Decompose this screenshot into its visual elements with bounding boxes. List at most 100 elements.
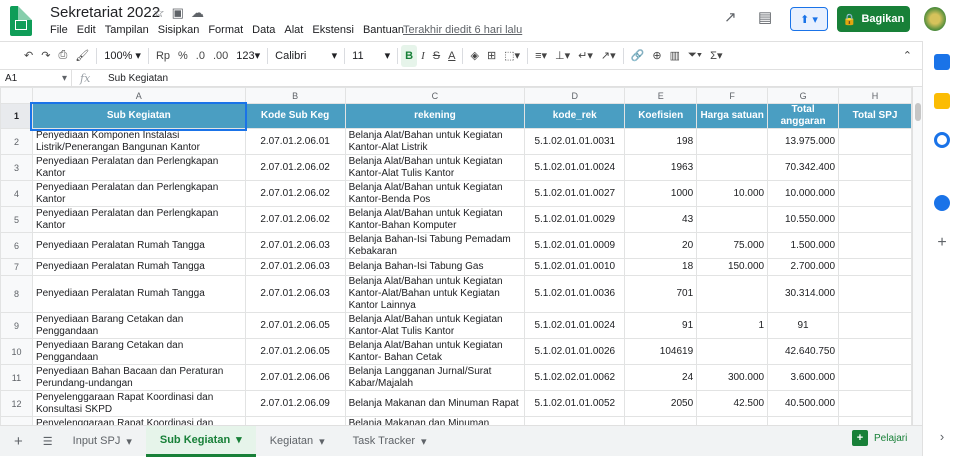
cell-g[interactable]: 10.000.000 [767,180,840,207]
strikethrough-button[interactable]: S [429,45,444,67]
cell-g[interactable]: 70.342.400 [767,154,840,181]
cell-e[interactable]: 2050 [624,390,698,417]
cell-h[interactable] [838,338,912,365]
tab-sub-kegiatan[interactable]: Sub Kegiatan ▾ [145,425,256,457]
cell-h[interactable] [838,180,912,207]
cell-b[interactable]: 2.07.01.2.06.02 [244,206,346,233]
row-header[interactable]: 4 [0,180,33,207]
cell-h[interactable] [838,128,912,155]
expand-panel-icon[interactable]: › [934,429,950,445]
print-icon[interactable]: ⎙ [54,45,71,67]
cell-a[interactable]: Penyediaan Barang Cetakan dan Penggandaa… [31,312,246,339]
filter-icon[interactable]: ⏷▾ [684,45,706,67]
cell-c[interactable]: Belanja Bahan-Isi Tabung Gas [344,258,526,276]
cell-d[interactable]: 5.1.02.01.01.0053 [524,416,626,425]
undo-icon[interactable]: ↶ [20,45,37,67]
cell-e[interactable]: 24 [624,364,698,391]
currency-format-button[interactable]: Rp [152,45,174,67]
cell-c[interactable]: Belanja Makanan dan Minuman Rapat [344,390,526,417]
cell-a[interactable]: Penyediaan Peralatan dan Perlengkapan Ka… [31,154,246,181]
cell-c[interactable]: Belanja Alat/Bahan untuk Kegiatan Kantor… [344,312,526,339]
cell-a[interactable]: Penyediaan Bahan Bacaan dan Peraturan Pe… [31,364,246,391]
add-addon-icon[interactable]: + [934,234,950,251]
cell-a[interactable]: Penyelenggaraan Rapat Koordinasi dan Kon… [31,416,246,425]
cell-g[interactable]: 14.500.000 [767,416,840,425]
cell-f[interactable] [696,275,769,313]
cell-f[interactable] [696,154,769,181]
cell-e[interactable]: 20 [624,232,698,259]
cell-a[interactable]: Penyediaan Peralatan Rumah Tangga [31,232,246,259]
cell-f[interactable]: 75.000 [696,232,769,259]
cell-g[interactable]: 3.600.000 [767,364,840,391]
bold-button[interactable]: B [401,44,418,67]
cell-d[interactable]: 5.1.02.01.01.0026 [524,338,626,365]
row-header[interactable]: 3 [0,154,33,181]
header-cell[interactable]: Harga satuan [696,103,769,129]
column-header-f[interactable]: F [696,87,769,104]
cell-a[interactable]: Penyelenggaraan Rapat Koordinasi dan Kon… [31,390,246,417]
header-cell[interactable]: Total anggaran [767,103,840,129]
cell-c[interactable]: Belanja Alat/Bahan untuk Kegiatan Kantor… [344,206,526,233]
move-folder-icon[interactable]: ▣ [172,5,184,21]
cell-e[interactable]: 701 [624,275,698,313]
cell-d[interactable]: 5.1.02.01.01.0052 [524,390,626,417]
vertical-scrollbar[interactable] [912,87,922,425]
menu-item-sisipkan[interactable]: Sisipkan [158,24,200,36]
cell-a[interactable]: Penyediaan Komponen Instalasi Listrik/Pe… [31,128,246,155]
present-button[interactable]: ⬆ ▾ [790,7,828,31]
cell-e[interactable]: 91 [624,312,698,339]
menu-item-edit[interactable]: Edit [77,24,96,36]
add-sheet-icon[interactable]: + [0,426,37,457]
formula-input[interactable]: Sub Kegiatan [108,73,168,84]
cell-f[interactable] [696,128,769,155]
cell-h[interactable] [838,232,912,259]
menu-item-data[interactable]: Data [252,24,275,36]
font-select[interactable]: Calibri ▾ [271,45,341,67]
cell-h[interactable] [838,312,912,339]
cell-e[interactable]: 43 [624,206,698,233]
cell-a[interactable]: Penyediaan Peralatan dan Perlengkapan Ka… [31,206,246,233]
header-cell[interactable]: Koefisien [624,103,698,129]
tab-menu-icon[interactable]: ▾ [421,435,427,448]
avatar[interactable] [924,7,946,31]
cell-h[interactable] [838,390,912,417]
comments-icon[interactable]: ▤ [758,8,772,26]
cell-d[interactable]: 5.1.02.01.01.0024 [524,312,626,339]
row-header[interactable]: 6 [0,232,33,259]
increase-decimal-button[interactable]: .00 [209,45,232,67]
cell-a[interactable]: Penyediaan Peralatan dan Perlengkapan Ka… [31,180,246,207]
cell-f[interactable]: 50.000 [696,416,769,425]
tab-menu-icon[interactable]: ▾ [126,435,132,448]
cell-d[interactable]: 5.1.02.01.01.0024 [524,154,626,181]
cell-e[interactable]: 18 [624,258,698,276]
menu-item-ekstensi[interactable]: Ekstensi [312,24,354,36]
header-cell[interactable]: rekening [344,103,526,129]
row-header[interactable]: 10 [0,338,33,365]
cell-d[interactable]: 5.1.02.02.01.0062 [524,364,626,391]
cell-h[interactable] [838,416,912,425]
insert-comment-icon[interactable]: ⊕ [648,45,665,67]
column-header-d[interactable]: D [524,87,626,104]
cell-f[interactable]: 1 [696,312,769,339]
number-format-select[interactable]: 123 ▾ [232,45,264,67]
cell-c[interactable]: Belanja Alat/Bahan untuk Kegiatan Kantor… [344,338,526,365]
row-header[interactable]: 2 [0,128,33,155]
header-cell[interactable]: Sub Kegiatan [30,101,248,131]
tab-task-tracker[interactable]: Task Tracker ▾ [339,426,441,457]
cell-b[interactable]: 2.07.01.2.06.09 [244,390,346,417]
keep-icon[interactable] [934,93,950,109]
row-header[interactable]: 1 [0,103,33,129]
cell-g[interactable]: 2.700.000 [767,258,840,276]
share-button[interactable]: 🔒 Bagikan [837,6,910,32]
column-header-e[interactable]: E [624,87,698,104]
tasks-icon[interactable] [934,132,950,148]
cell-b[interactable]: 2.07.01.2.06.09 [244,416,346,425]
header-cell[interactable]: kode_rek [524,103,626,129]
cell-b[interactable]: 2.07.01.2.06.06 [244,364,346,391]
text-rotation-icon[interactable]: ↗▾ [597,45,620,67]
text-wrap-icon[interactable]: ↵▾ [574,45,597,67]
cell-e[interactable]: 198 [624,128,698,155]
decrease-decimal-button[interactable]: .0 [192,45,209,67]
calendar-icon[interactable] [934,54,950,70]
row-header[interactable]: 5 [0,206,33,233]
